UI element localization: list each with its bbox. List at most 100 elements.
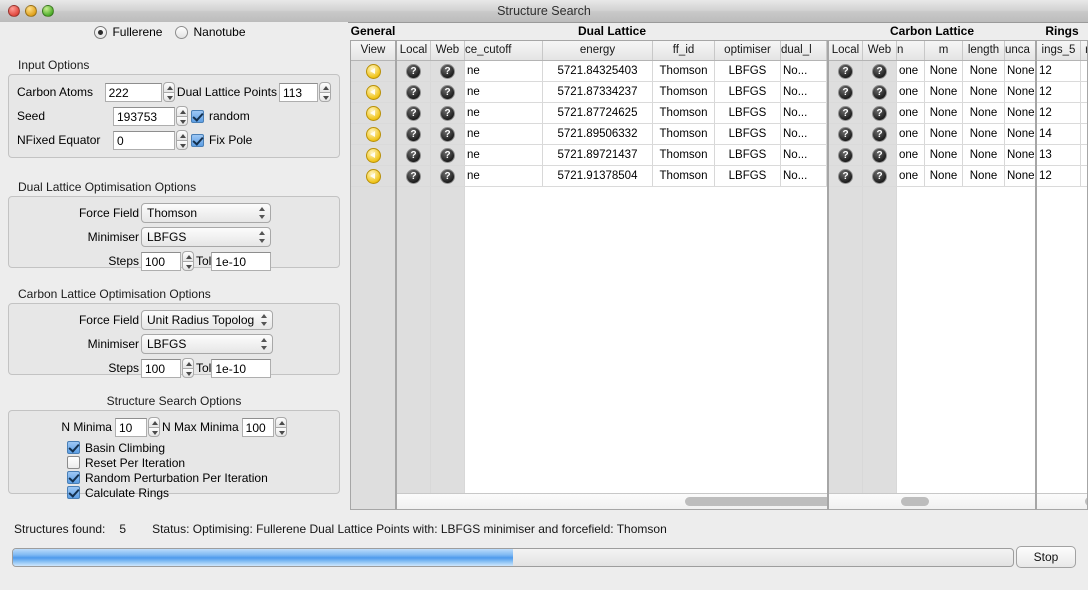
view-arrow-icon[interactable] — [365, 168, 381, 184]
random-checkbox[interactable] — [191, 109, 204, 123]
dl-web-cell[interactable]: ? — [431, 124, 465, 144]
dl-force-field-select[interactable]: Thomson — [141, 203, 271, 223]
dl-web-cell[interactable]: ? — [431, 82, 465, 102]
question-icon[interactable]: ? — [440, 168, 455, 184]
question-icon[interactable]: ? — [872, 105, 887, 121]
column-header-ff-id[interactable]: ff_id — [653, 41, 715, 60]
dl-steps-input[interactable]: 100 — [141, 251, 181, 271]
table-row[interactable]: 14 97 — [1037, 124, 1087, 145]
table-row[interactable]: ? ? one None None None — [829, 103, 1035, 124]
radio-fullerene[interactable] — [94, 25, 108, 39]
table-row[interactable]: 12 101 — [1037, 82, 1087, 103]
view-cell[interactable] — [351, 124, 395, 144]
cl-minimiser-select[interactable]: LBFGS — [141, 334, 273, 354]
n-minima-input[interactable]: 10 — [114, 417, 147, 437]
n-max-minima-input[interactable]: 100 — [241, 417, 274, 437]
dual-lattice-points-stepper[interactable] — [319, 82, 331, 102]
cl-web-cell[interactable]: ? — [863, 124, 897, 144]
cl-steps-input[interactable]: 100 — [141, 358, 181, 378]
dl-local-cell[interactable]: ? — [397, 124, 431, 144]
column-header-dual-l[interactable]: dual_l — [781, 41, 827, 60]
column-header-unca[interactable]: unca — [1005, 41, 1035, 60]
cl-web-cell[interactable]: ? — [863, 61, 897, 81]
basin-climbing-checkbox[interactable] — [67, 441, 80, 454]
reset-per-iteration-checkbox[interactable] — [67, 456, 80, 469]
question-icon[interactable]: ? — [406, 105, 421, 121]
cl-web-cell[interactable]: ? — [863, 145, 897, 165]
cl-local-cell[interactable]: ? — [829, 103, 863, 123]
column-header-n[interactable]: n — [897, 41, 925, 60]
rings-hscrollbar[interactable] — [1037, 493, 1087, 509]
dl-tol-input[interactable]: 1e-10 — [211, 251, 272, 271]
question-icon[interactable]: ? — [872, 84, 887, 100]
question-icon[interactable]: ? — [872, 147, 887, 163]
question-icon[interactable]: ? — [872, 168, 887, 184]
view-cell[interactable] — [351, 61, 395, 81]
carbon-atoms-stepper[interactable] — [162, 82, 175, 102]
table-row[interactable] — [351, 82, 395, 103]
dl-web-cell[interactable]: ? — [431, 61, 465, 81]
question-icon[interactable]: ? — [440, 147, 455, 163]
table-row[interactable]: ? ? one None None None — [829, 61, 1035, 82]
table-row[interactable] — [351, 103, 395, 124]
cl-local-cell[interactable]: ? — [829, 82, 863, 102]
view-arrow-icon[interactable] — [365, 126, 381, 142]
cl-web-cell[interactable]: ? — [863, 103, 897, 123]
dl-web-cell[interactable]: ? — [431, 145, 465, 165]
random-perturbation-checkbox[interactable] — [67, 471, 80, 484]
cl-web-cell[interactable]: ? — [863, 82, 897, 102]
seed-stepper[interactable] — [176, 106, 188, 126]
table-row[interactable] — [351, 124, 395, 145]
table-row[interactable] — [351, 166, 395, 187]
question-icon[interactable]: ? — [838, 105, 853, 121]
table-row[interactable]: ? ? ne 5721.84325403 Thomson LBFGS No... — [397, 61, 827, 82]
column-header-ce-cutoff[interactable]: ce_cutoff — [465, 41, 543, 60]
table-row[interactable]: 12 101 — [1037, 103, 1087, 124]
dual-lattice-points-input[interactable]: 113 — [278, 82, 318, 102]
dl-local-cell[interactable]: ? — [397, 61, 431, 81]
column-header-rings-6[interactable]: rings_6 — [1081, 41, 1087, 60]
table-row[interactable] — [351, 145, 395, 166]
seed-input[interactable]: 193753 — [113, 106, 175, 126]
view-cell[interactable] — [351, 103, 395, 123]
question-icon[interactable]: ? — [838, 147, 853, 163]
view-cell[interactable] — [351, 166, 395, 186]
table-row[interactable]: ? ? one None None None — [829, 124, 1035, 145]
dl-local-cell[interactable]: ? — [397, 166, 431, 186]
dl-local-cell[interactable]: ? — [397, 145, 431, 165]
view-arrow-icon[interactable] — [365, 147, 381, 163]
scroll-thumb[interactable] — [685, 497, 827, 506]
dl-web-cell[interactable]: ? — [431, 166, 465, 186]
question-icon[interactable]: ? — [440, 63, 455, 79]
column-header-dl-local[interactable]: Local — [397, 41, 431, 60]
table-row[interactable]: 12 101 — [1037, 166, 1087, 187]
n-max-minima-stepper[interactable] — [274, 417, 287, 437]
question-icon[interactable]: ? — [406, 168, 421, 184]
question-icon[interactable]: ? — [838, 63, 853, 79]
question-icon[interactable]: ? — [440, 126, 455, 142]
question-icon[interactable]: ? — [838, 168, 853, 184]
column-header-energy[interactable]: energy — [543, 41, 653, 60]
dl-steps-stepper[interactable] — [182, 251, 194, 271]
carbon-lattice-hscrollbar[interactable] — [829, 493, 1035, 509]
scroll-thumb[interactable] — [901, 497, 929, 506]
question-icon[interactable]: ? — [406, 147, 421, 163]
view-cell[interactable] — [351, 145, 395, 165]
question-icon[interactable]: ? — [872, 63, 887, 79]
table-row[interactable]: ? ? ne 5721.91378504 Thomson LBFGS No... — [397, 166, 827, 187]
dl-minimiser-select[interactable]: LBFGS — [141, 227, 271, 247]
column-header-m[interactable]: m — [925, 41, 963, 60]
fix-pole-checkbox[interactable] — [191, 133, 204, 147]
radio-nanotube[interactable] — [175, 25, 189, 39]
question-icon[interactable]: ? — [838, 126, 853, 142]
table-row[interactable]: 12 101 — [1037, 61, 1087, 82]
table-row[interactable]: ? ? one None None None — [829, 166, 1035, 187]
column-header-cl-web[interactable]: Web — [863, 41, 897, 60]
table-row[interactable]: ? ? ne 5721.87334237 Thomson LBFGS No... — [397, 82, 827, 103]
view-arrow-icon[interactable] — [365, 63, 381, 79]
column-header-length[interactable]: length — [963, 41, 1005, 60]
calculate-rings-checkbox[interactable] — [67, 486, 80, 499]
dl-local-cell[interactable]: ? — [397, 82, 431, 102]
dl-web-cell[interactable]: ? — [431, 103, 465, 123]
cl-local-cell[interactable]: ? — [829, 61, 863, 81]
